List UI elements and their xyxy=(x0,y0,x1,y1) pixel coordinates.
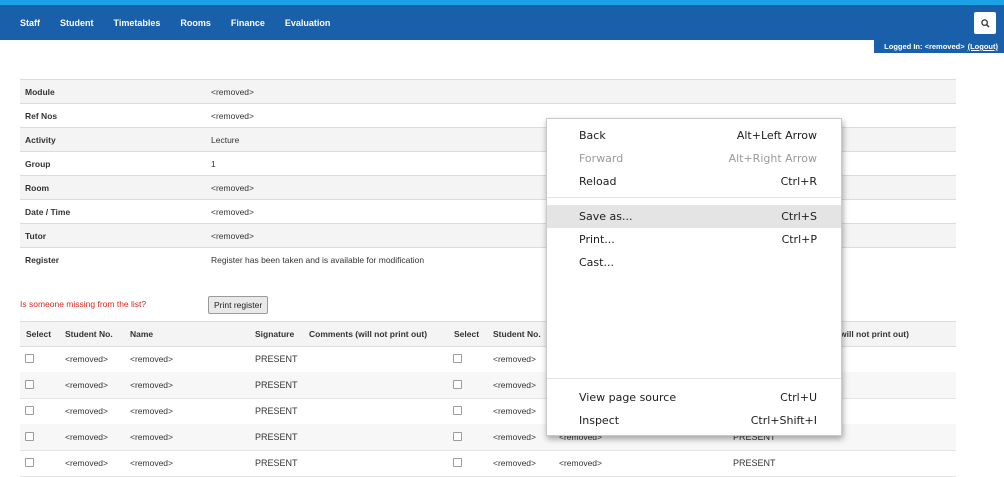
student-no-2: <removed> xyxy=(493,406,536,416)
logout-link[interactable]: (Logout) xyxy=(968,42,998,51)
signature: PRESENT xyxy=(255,458,298,468)
select-checkbox[interactable] xyxy=(25,380,34,389)
select-checkbox-2[interactable] xyxy=(453,406,462,415)
menu-item-label: Forward xyxy=(579,152,624,165)
print-register-button[interactable]: Print register xyxy=(208,296,269,314)
menu-item-back[interactable]: Back Alt+Left Arrow xyxy=(547,124,841,147)
nav-item-timetables[interactable]: Timetables xyxy=(104,12,171,34)
student-name: <removed> xyxy=(130,354,173,364)
search-button[interactable] xyxy=(974,12,996,34)
student-no-2: <removed> xyxy=(493,458,536,468)
info-value: <removed> xyxy=(206,79,956,104)
menu-item-reload[interactable]: Reload Ctrl+R xyxy=(547,170,841,193)
col-name: Name xyxy=(130,329,154,339)
menu-separator xyxy=(547,197,841,198)
menu-item-label: Print... xyxy=(579,233,615,246)
menu-item-shortcut: Ctrl+U xyxy=(780,391,817,404)
signature: PRESENT xyxy=(255,354,298,364)
select-checkbox[interactable] xyxy=(25,406,34,415)
menu-item-shortcut: Alt+Right Arrow xyxy=(728,152,817,165)
select-checkbox-2[interactable] xyxy=(453,380,462,389)
menu-item-label: Back xyxy=(579,129,606,142)
top-nav-bar: Staff Student Timetables Rooms Finance E… xyxy=(0,0,1004,40)
context-menu: Back Alt+Left Arrow Forward Alt+Right Arrow… xyxy=(546,118,842,436)
search-icon xyxy=(980,18,990,28)
info-label: Group xyxy=(20,151,206,176)
info-label: Tutor xyxy=(20,223,206,248)
select-checkbox-2[interactable] xyxy=(453,354,462,363)
student-name: <removed> xyxy=(130,432,173,442)
nav-item-rooms[interactable]: Rooms xyxy=(170,12,221,34)
student-name-2: <removed> xyxy=(559,458,602,468)
col-comments-2: will not print out) xyxy=(840,329,909,339)
select-checkbox-2[interactable] xyxy=(453,432,462,441)
menu-item-label: View page source xyxy=(579,391,677,404)
student-no: <removed> xyxy=(65,380,108,390)
menu-item-view-page-source[interactable]: View page source Ctrl+U xyxy=(547,386,841,409)
col-student-no-2: Student No. xyxy=(493,329,541,339)
menu-item-save-as[interactable]: Save as... Ctrl+S xyxy=(547,205,841,228)
menu-item-shortcut: Alt+Left Arrow xyxy=(736,129,817,142)
col-comments: Comments (will not print out) xyxy=(309,329,428,339)
col-select: Select xyxy=(26,329,52,339)
info-label: Room xyxy=(20,175,206,200)
main-nav: Staff Student Timetables Rooms Finance E… xyxy=(10,12,340,34)
menu-item-shortcut: Ctrl+S xyxy=(781,210,817,223)
student-no: <removed> xyxy=(65,354,108,364)
col-select-2: Select xyxy=(454,329,480,339)
signature: PRESENT xyxy=(255,432,298,442)
select-checkbox[interactable] xyxy=(25,432,34,441)
menu-item-print[interactable]: Print... Ctrl+P xyxy=(547,228,841,251)
menu-item-shortcut: Ctrl+R xyxy=(780,175,817,188)
menu-item-label: Inspect xyxy=(579,414,620,427)
menu-item-label: Reload xyxy=(579,175,617,188)
login-status: Logged In: <removed> (Logout) xyxy=(874,40,1004,53)
select-checkbox-2[interactable] xyxy=(453,458,462,467)
info-row: Module <removed> xyxy=(20,79,956,104)
info-label: Register xyxy=(20,247,206,271)
nav-item-student[interactable]: Student xyxy=(50,12,104,34)
student-no: <removed> xyxy=(65,432,108,442)
student-name: <removed> xyxy=(130,458,173,468)
signature: PRESENT xyxy=(255,380,298,390)
student-name: <removed> xyxy=(130,406,173,416)
menu-item-shortcut: Ctrl+P xyxy=(781,233,817,246)
student-no: <removed> xyxy=(65,406,108,416)
select-checkbox[interactable] xyxy=(25,458,34,467)
info-label: Module xyxy=(20,79,206,104)
info-label: Activity xyxy=(20,127,206,152)
menu-item-forward: Forward Alt+Right Arrow xyxy=(547,147,841,170)
student-no-2: <removed> xyxy=(493,380,536,390)
login-text: Logged In: <removed> xyxy=(884,42,965,51)
col-signature: Signature xyxy=(255,329,295,339)
menu-separator xyxy=(547,378,841,379)
student-no: <removed> xyxy=(65,458,108,468)
menu-item-cast[interactable]: Cast... xyxy=(547,251,841,274)
col-student-no: Student No. xyxy=(65,329,113,339)
menu-item-inspect[interactable]: Inspect Ctrl+Shift+I xyxy=(547,409,841,432)
info-label: Date / Time xyxy=(20,199,206,224)
info-label: Ref Nos xyxy=(20,103,206,128)
student-name: <removed> xyxy=(130,380,173,390)
select-checkbox[interactable] xyxy=(25,354,34,363)
nav-item-finance[interactable]: Finance xyxy=(221,12,275,34)
missing-student-link[interactable]: Is someone missing from the list? xyxy=(20,299,146,309)
menu-item-shortcut: Ctrl+Shift+I xyxy=(750,414,817,427)
nav-item-staff[interactable]: Staff xyxy=(10,12,50,34)
student-no-2: <removed> xyxy=(493,354,536,364)
signature-2: PRESENT xyxy=(733,458,776,468)
student-no-2: <removed> xyxy=(493,432,536,442)
menu-item-label: Cast... xyxy=(579,256,614,269)
nav-item-evaluation[interactable]: Evaluation xyxy=(275,12,341,34)
menu-item-label: Save as... xyxy=(579,210,633,223)
signature: PRESENT xyxy=(255,406,298,416)
